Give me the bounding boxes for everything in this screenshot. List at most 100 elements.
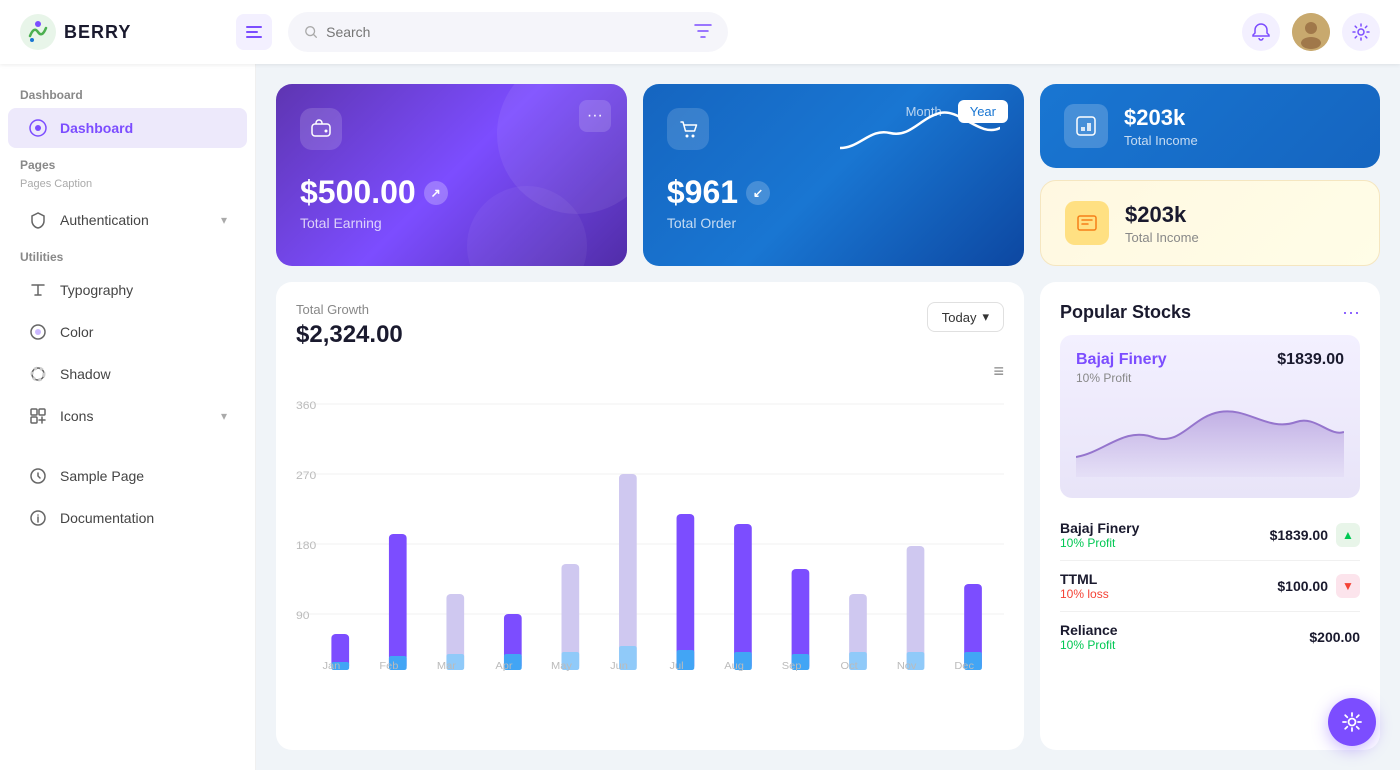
stock-bajaj-info: Bajaj Finery 10% Profit	[1060, 520, 1139, 550]
hamburger-button[interactable]	[236, 14, 272, 50]
dropdown-chevron-icon: ▾	[982, 309, 989, 325]
logo-area: BERRY	[20, 14, 220, 50]
stock-reliance-price: $200.00	[1309, 629, 1360, 645]
featured-stock-card: Bajaj Finery 10% Profit $1839.00	[1060, 335, 1360, 498]
search-bar	[288, 12, 728, 52]
stocks-list: Bajaj Finery 10% Profit $1839.00 ▲ TTML …	[1060, 510, 1360, 662]
growth-header: Total Growth $2,324.00 Today ▾	[296, 302, 1004, 349]
avatar-image	[1292, 13, 1330, 51]
sidebar-item-sample-page[interactable]: Sample Page	[8, 456, 247, 496]
growth-info: Total Growth $2,324.00	[296, 302, 403, 349]
sidebar: Dashboard Dashboard Pages Pages Caption …	[0, 64, 256, 770]
today-button[interactable]: Today ▾	[927, 302, 1004, 332]
sidebar-item-shadow[interactable]: Shadow	[8, 354, 247, 394]
gear-icon	[1352, 23, 1370, 41]
shopping-icon	[677, 118, 699, 140]
svg-text:Feb: Feb	[379, 660, 398, 671]
sidebar-item-documentation[interactable]: Documentation	[8, 498, 247, 538]
stock-bajaj-trend-icon: ▲	[1336, 523, 1360, 547]
svg-text:Dec: Dec	[954, 660, 974, 671]
top-header: BERRY	[0, 0, 1400, 64]
stock-list-item: Bajaj Finery 10% Profit $1839.00 ▲	[1060, 510, 1360, 561]
sidebar-icons-label: Icons	[60, 408, 93, 424]
fab-settings-button[interactable]	[1328, 698, 1376, 746]
stock-ttml-trend-icon: ▼	[1336, 574, 1360, 598]
order-amount: $961 ↙	[667, 174, 824, 211]
main-layout: Dashboard Dashboard Pages Pages Caption …	[0, 64, 1400, 770]
order-card-left: $961 ↙ Total Order	[667, 108, 824, 231]
sidebar-auth-label: Authentication	[60, 212, 149, 228]
avatar[interactable]	[1292, 13, 1330, 51]
svg-text:Jan: Jan	[322, 660, 340, 671]
earning-more-button[interactable]: ···	[579, 100, 611, 132]
settings-button[interactable]	[1342, 13, 1380, 51]
sidebar-item-color[interactable]: Color	[8, 312, 247, 352]
auth-icon	[28, 210, 48, 230]
utilities-section-title: Utilities	[0, 242, 255, 268]
income-blue-icon	[1064, 104, 1108, 148]
growth-amount: $2,324.00	[296, 321, 403, 349]
stock-bajaj-price: $1839.00	[1270, 527, 1328, 543]
stocks-title: Popular Stocks	[1060, 302, 1191, 323]
earning-card: ··· $500.00 ↗ Total Earning	[276, 84, 627, 266]
earning-amount: $500.00 ↗	[300, 174, 603, 211]
income-blue-label: Total Income	[1124, 133, 1198, 148]
logo-text: BERRY	[64, 22, 131, 43]
sidebar-typography-label: Typography	[60, 282, 133, 298]
stock-reliance-info: Reliance 10% Profit	[1060, 622, 1118, 652]
stock-reliance-name: Reliance	[1060, 622, 1118, 638]
stock-ttml-profit: 10% loss	[1060, 587, 1109, 601]
search-filter-button[interactable]	[694, 24, 712, 41]
hamburger-icon	[245, 25, 263, 39]
svg-text:Oct: Oct	[841, 660, 858, 671]
sidebar-docs-label: Documentation	[60, 510, 154, 526]
documentation-icon	[28, 508, 48, 528]
income-blue-info: $203k Total Income	[1124, 105, 1198, 148]
sidebar-item-label: Dashboard	[60, 120, 133, 136]
svg-text:Mar: Mar	[437, 660, 457, 671]
income-yellow-label: Total Income	[1125, 230, 1199, 245]
toggle-year-button[interactable]: Year	[958, 100, 1008, 123]
income-yellow-info: $203k Total Income	[1125, 202, 1199, 245]
logo-icon	[20, 14, 56, 50]
dashboard-section-title: Dashboard	[0, 80, 255, 106]
svg-text:Jul: Jul	[669, 660, 683, 671]
fab-gear-icon	[1341, 711, 1363, 733]
sidebar-item-icons[interactable]: Icons ▾	[8, 396, 247, 436]
svg-text:90: 90	[296, 610, 310, 621]
sample-page-icon	[28, 466, 48, 486]
income-blue-amount: $203k	[1124, 105, 1198, 131]
svg-text:May: May	[551, 660, 573, 671]
stocks-more-button[interactable]: ···	[1342, 302, 1360, 323]
stock-list-item: Reliance 10% Profit $200.00	[1060, 612, 1360, 662]
icons-chevron-icon: ▾	[221, 409, 227, 423]
stock-ttml-price-area: $100.00 ▼	[1277, 574, 1360, 598]
svg-text:Apr: Apr	[495, 660, 513, 671]
featured-stock-value: $1839.00	[1277, 351, 1344, 369]
search-input[interactable]	[326, 24, 686, 40]
stock-ttml-name: TTML	[1060, 571, 1109, 587]
toggle-month-button[interactable]: Month	[894, 100, 954, 123]
earning-card-icon-box	[300, 108, 342, 150]
sidebar-item-typography[interactable]: Typography	[8, 270, 247, 310]
stock-ttml-info: TTML 10% loss	[1060, 571, 1109, 601]
typography-icon	[28, 280, 48, 300]
featured-stock-chart	[1076, 397, 1344, 482]
stock-bajaj-profit: 10% Profit	[1060, 536, 1139, 550]
sidebar-item-dashboard[interactable]: Dashboard	[8, 108, 247, 148]
content-area: ··· $500.00 ↗ Total Earning	[256, 64, 1400, 770]
growth-label: Total Growth	[296, 302, 403, 317]
color-icon	[28, 322, 48, 342]
svg-text:180: 180	[296, 540, 316, 551]
notification-button[interactable]	[1242, 13, 1280, 51]
sidebar-color-label: Color	[60, 324, 93, 340]
stock-list-item: TTML 10% loss $100.00 ▼	[1060, 561, 1360, 612]
income-blue-card: $203k Total Income	[1040, 84, 1380, 168]
income-yellow-amount: $203k	[1125, 202, 1199, 228]
sidebar-item-authentication[interactable]: Authentication ▾	[8, 200, 247, 240]
sidebar-shadow-label: Shadow	[60, 366, 111, 382]
chart-menu-button[interactable]: ≡	[993, 361, 1004, 382]
order-label: Total Order	[667, 215, 824, 231]
earning-trend-icon: ↗	[424, 181, 448, 205]
svg-text:Sep: Sep	[782, 660, 802, 671]
